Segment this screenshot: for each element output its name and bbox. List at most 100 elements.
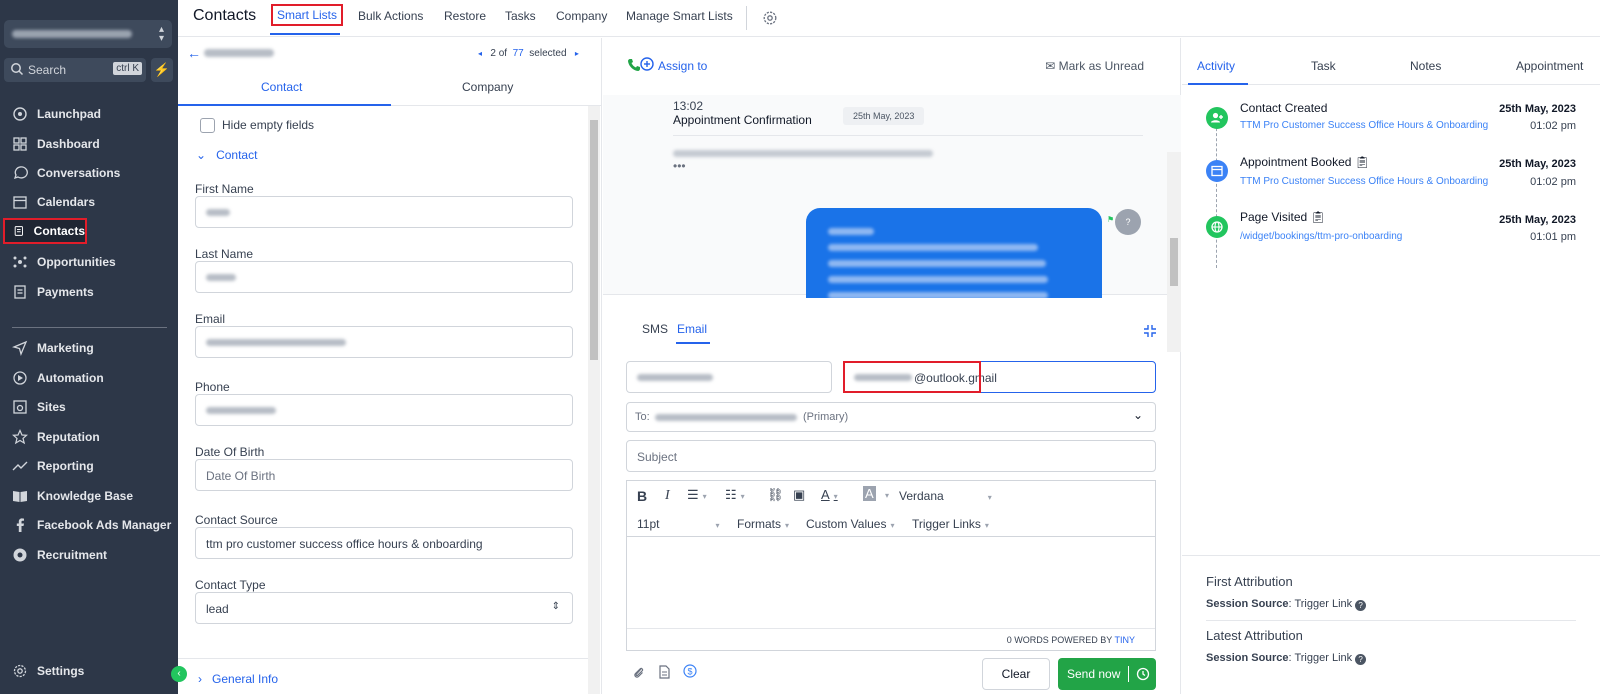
sidebar-item-opportunities[interactable]: Opportunities [4,249,174,275]
text-color-icon[interactable]: A ▾ [821,487,838,502]
contact-section-toggle[interactable]: ⌄ Contact [196,148,257,162]
sidebar-item-reporting[interactable]: Reporting [4,453,174,479]
sidebar-item-recruitment[interactable]: Recruitment [4,542,174,568]
clipboard-icon[interactable]: 📋︎ [1355,155,1370,169]
bullet-list-icon[interactable]: ☰ ▾ [687,487,707,503]
message-divider [673,135,1143,136]
sidebar-item-automation[interactable]: Automation [4,365,174,391]
formats-select[interactable]: Formats ▾ [737,517,789,531]
back-arrow-icon[interactable]: ← [187,45,201,61]
sidebar-item-marketing[interactable]: Marketing [4,335,174,361]
tiny-link[interactable]: TINY [1114,635,1135,645]
sidebar-item-settings[interactable]: Settings [4,658,174,684]
tab-restore[interactable]: Restore [444,9,486,23]
sidebar-item-calendars[interactable]: Calendars [4,189,174,215]
phone-field[interactable] [195,394,573,426]
from-name-field[interactable] [626,361,832,393]
thread-scrollbar[interactable] [1167,152,1181,352]
tab-contact[interactable]: Contact [261,80,302,94]
contact-type-select[interactable]: lead ⇕ [195,592,573,624]
help-icon[interactable]: ? [1355,600,1367,611]
to-field[interactable]: To: (Primary) ⌄ [626,402,1156,432]
general-info-toggle[interactable]: › General Info [198,672,278,686]
collapse-icon[interactable] [1143,324,1157,338]
sidebar-item-label: Automation [37,371,104,385]
bold-icon[interactable]: B [637,488,647,504]
bubble-line [828,292,1048,298]
sidebar-item-sites[interactable]: Sites [4,394,174,420]
top-separator [746,6,747,30]
paperclip-icon[interactable] [632,666,646,680]
send-now-button[interactable]: Send now [1058,658,1156,690]
tab-smart-lists[interactable]: Smart Lists [271,4,344,26]
activity-link[interactable]: TTM Pro Customer Success Office Hours & … [1240,176,1488,187]
highlight-color-icon[interactable]: A [863,486,876,501]
assign-to-link[interactable]: Assign to [658,59,707,73]
search-bar[interactable]: Search ctrl K [4,58,146,82]
sidebar-item-knowledge-base[interactable]: Knowledge Base [4,483,174,509]
tab-company[interactable]: Company [462,80,513,94]
first-name-field[interactable] [195,196,573,228]
trigger-links-select[interactable]: Trigger Links ▾ [912,517,989,531]
email-field[interactable] [195,326,573,358]
pager-total[interactable]: 77 [513,48,524,59]
sidebar-item-conversations[interactable]: Conversations [4,160,174,186]
last-name-field[interactable] [195,261,573,293]
next-contact-icon[interactable]: ▸ [575,49,579,58]
subject-input[interactable]: Subject [626,440,1156,472]
prev-contact-icon[interactable]: ◂ [478,49,482,58]
payment-icon[interactable]: $ [683,664,697,678]
assign-plus-icon[interactable] [640,57,654,74]
contact-source-field[interactable]: ttm pro customer success office hours & … [195,527,573,559]
help-icon[interactable]: ? [1355,654,1367,665]
image-icon[interactable]: ▣ [793,487,805,503]
chevron-right-icon: › [198,672,202,686]
clipboard-icon[interactable]: 📋︎ [1311,210,1326,224]
sidebar-item-dashboard[interactable]: Dashboard [4,131,174,157]
first-attribution-title: First Attribution [1206,574,1293,589]
tab-sms[interactable]: SMS [642,322,668,336]
chevron-down-icon[interactable]: ⌄ [1133,408,1143,422]
sidebar-item-label: Conversations [37,166,121,180]
scrollbar-thumb[interactable] [1170,238,1178,286]
more-dots-icon[interactable]: ••• [673,159,686,173]
first-attribution-source: Session Source: Trigger Link? [1206,598,1367,611]
tab-email[interactable]: Email [677,322,707,336]
link-icon[interactable]: ⛓ [767,487,784,503]
dob-placeholder: Date Of Birth [206,469,276,483]
scrollbar-thumb[interactable] [590,120,598,360]
clear-button[interactable]: Clear [982,658,1050,690]
hide-empty-checkbox[interactable] [200,118,215,133]
tab-bulk-actions[interactable]: Bulk Actions [358,9,423,23]
quick-action-bolt-icon[interactable]: ⚡ [151,58,173,82]
activity-link[interactable]: TTM Pro Customer Success Office Hours & … [1240,120,1488,131]
activity-link[interactable]: /widget/bookings/ttm-pro-onboarding [1240,231,1402,242]
font-family-select[interactable]: Verdana ▾ [899,489,992,503]
scrollbar[interactable] [588,106,600,694]
phone-icon[interactable] [627,58,641,72]
sidebar-item-contacts[interactable]: Contacts [3,218,87,244]
numbered-list-icon[interactable]: ☷ ▾ [725,487,745,503]
sidebar-item-launchpad[interactable]: Launchpad [4,101,174,127]
dob-field[interactable]: Date Of Birth [195,459,573,491]
schedule-clock-icon[interactable] [1136,667,1150,681]
account-switcher[interactable]: ▴ ▾ [4,20,172,48]
tab-appointment[interactable]: Appointment [1516,59,1583,73]
editor-toolbar-row-2: 11pt ▾ Formats ▾ Custom Values ▾ Trigger Li… [627,509,1155,537]
font-size-select[interactable]: 11pt ▾ [637,517,719,531]
tab-task[interactable]: Task [1311,59,1336,73]
highlight-caret-icon[interactable]: ▾ [881,487,889,501]
tab-tasks[interactable]: Tasks [505,9,536,23]
tab-activity[interactable]: Activity [1197,59,1235,73]
document-icon[interactable] [657,665,671,679]
sidebar-item-facebook-ads[interactable]: Facebook Ads Manager [4,512,174,538]
tab-company[interactable]: Company [556,9,607,23]
gear-icon[interactable] [762,10,778,26]
italic-icon[interactable]: I [665,488,670,504]
tab-notes[interactable]: Notes [1410,59,1441,73]
mark-unread-button[interactable]: ✉ Mark as Unread [1045,59,1144,73]
custom-values-select[interactable]: Custom Values ▾ [806,517,895,531]
tab-manage-smart-lists[interactable]: Manage Smart Lists [626,9,733,23]
sidebar-item-reputation[interactable]: Reputation [4,424,174,450]
sidebar-item-payments[interactable]: Payments [4,279,174,305]
